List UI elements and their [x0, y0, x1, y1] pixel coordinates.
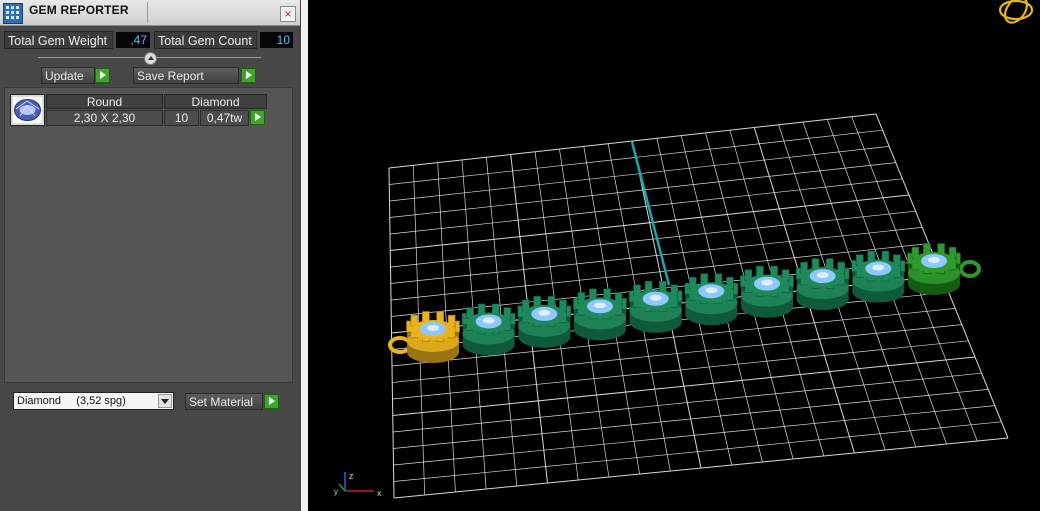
gem-table: [427, 325, 439, 331]
gem-table: [872, 264, 885, 271]
material-select[interactable]: Diamond (3,52 spg): [13, 392, 174, 410]
close-icon: ×: [284, 7, 292, 21]
viewport-scene: z x y: [334, 0, 1034, 499]
gem-thumbnail-icon[interactable]: [10, 94, 45, 126]
gem-setting[interactable]: [907, 243, 981, 295]
y-axis-line: [630, 141, 671, 286]
set-material-label: Set Material: [189, 395, 254, 409]
grid-line: [393, 405, 995, 466]
grid-line: [393, 437, 1009, 499]
set-material-play-icon[interactable]: [264, 394, 279, 409]
material-selected-value: Diamond (3,52 spg): [17, 395, 126, 407]
gem-reporter-panel: GEM REPORTER × Total Gem Weight ,47 Tota…: [0, 0, 301, 511]
jump-ring: [959, 260, 981, 278]
z-axis-label: z: [349, 471, 354, 481]
total-gem-weight-label: Total Gem Weight: [4, 31, 113, 49]
chevron-down-icon[interactable]: [158, 394, 172, 408]
gem-table: [761, 279, 773, 286]
axis-triad: z x y: [334, 471, 382, 498]
gem-setting[interactable]: [573, 288, 627, 341]
gem-material-header: Diamond: [164, 94, 267, 109]
save-report-label: Save Report: [137, 69, 204, 83]
x-axis-label: x: [377, 488, 382, 498]
gem-row-select-icon[interactable]: [250, 110, 265, 125]
update-play-icon[interactable]: [95, 68, 110, 83]
grid-line: [393, 421, 1002, 482]
round-diamond-icon: [11, 95, 44, 125]
gem-setting[interactable]: [388, 311, 460, 363]
gem-count-cell: 10: [164, 110, 199, 126]
panel-divider[interactable]: [301, 0, 308, 511]
save-report-button[interactable]: Save Report: [133, 67, 239, 84]
update-label: Update: [45, 69, 84, 83]
total-gem-weight-value: ,47: [116, 32, 150, 48]
total-gem-count-label: Total Gem Count: [154, 31, 257, 49]
gem-weight-cell: 0,47tw: [200, 110, 249, 126]
close-button[interactable]: ×: [280, 6, 296, 22]
gem-table: [538, 309, 551, 316]
save-report-play-icon[interactable]: [241, 68, 256, 83]
update-button[interactable]: Update: [41, 67, 95, 84]
gem-table: [594, 302, 606, 309]
3d-viewport[interactable]: z x y: [308, 0, 1040, 511]
gem-list: [4, 87, 293, 383]
title-divider: [147, 2, 148, 23]
gem-setting[interactable]: [461, 303, 516, 356]
gem-setting[interactable]: [684, 273, 739, 326]
gem-table: [482, 317, 495, 324]
gem-setting[interactable]: [517, 296, 572, 348]
gem-table: [816, 272, 829, 279]
collapse-toggle-button[interactable]: [144, 52, 157, 65]
total-gem-count-value: 10: [260, 32, 293, 48]
gem-settings: [388, 243, 981, 363]
orbit-icon[interactable]: [998, 0, 1034, 27]
gem-reporter-app-icon: [3, 3, 23, 24]
panel-titlebar: GEM REPORTER ×: [0, 0, 300, 26]
gem-setting[interactable]: [740, 265, 794, 318]
gem-shape-header: Round: [46, 94, 163, 109]
set-material-button[interactable]: Set Material: [185, 393, 263, 410]
y-axis-label: y: [334, 487, 338, 496]
panel-title: GEM REPORTER: [29, 3, 129, 17]
gem-table: [649, 294, 662, 301]
grid-line: [393, 389, 989, 449]
gem-table: [705, 287, 718, 294]
y-axis-indicator: [338, 483, 346, 492]
gem-size-cell: 2,30 X 2,30: [46, 110, 163, 126]
gem-setting[interactable]: [795, 258, 850, 311]
gem-table: [928, 257, 940, 263]
